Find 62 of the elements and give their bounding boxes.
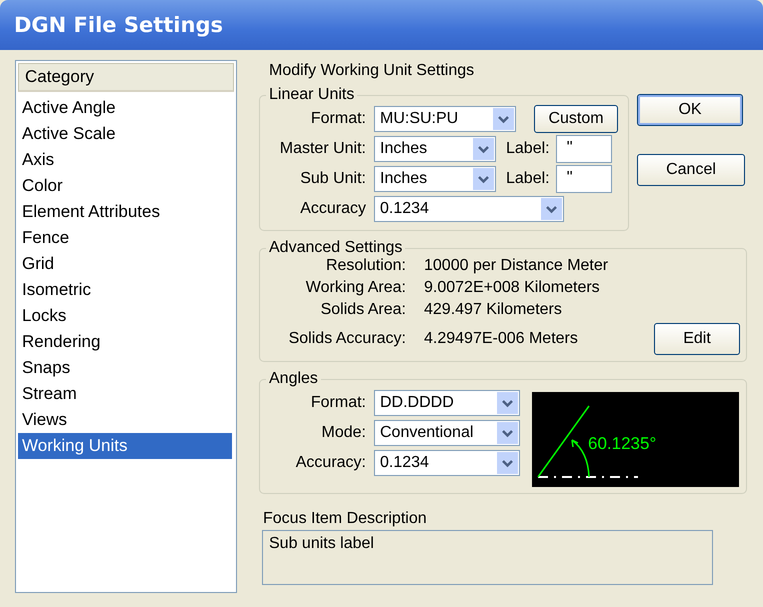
label-field[interactable]: '' bbox=[556, 135, 612, 163]
group-title: Linear Units bbox=[268, 86, 356, 104]
angle-dropdown[interactable]: DD.DDDD bbox=[374, 390, 520, 416]
unit-dropdown[interactable]: Inches bbox=[374, 166, 496, 192]
chevron-icon bbox=[541, 198, 562, 220]
format-dropdown[interactable]: MU:SU:PU bbox=[374, 106, 516, 132]
section-heading: Modify Working Unit Settings bbox=[268, 61, 476, 81]
category-item[interactable]: Working Units bbox=[18, 433, 232, 459]
setting-label: Resolution: bbox=[324, 257, 406, 275]
section-heading: Focus Item Description bbox=[262, 509, 428, 529]
category-item[interactable]: Active Angle bbox=[18, 95, 232, 121]
setting-value: 429.497 Kilometers bbox=[423, 301, 563, 319]
angle-dropdown[interactable]: Conventional bbox=[374, 420, 520, 446]
category-item[interactable]: Fence bbox=[18, 225, 232, 251]
category-item[interactable]: Views bbox=[18, 407, 232, 433]
chevron-icon bbox=[497, 452, 518, 474]
angle-dropdown[interactable]: 0.1234 bbox=[374, 450, 520, 476]
category-item[interactable]: Stream bbox=[18, 381, 232, 407]
category-item[interactable]: Snaps bbox=[18, 355, 232, 381]
setting-value: 10000 per Distance Meter bbox=[423, 257, 610, 275]
description-box: Sub units label bbox=[262, 530, 713, 585]
label-field[interactable]: '' bbox=[556, 165, 612, 193]
field-label: Format: bbox=[310, 394, 367, 412]
field-label: Sub Unit: bbox=[299, 170, 367, 188]
angle-reading: 60.1235° bbox=[588, 434, 656, 453]
setting-label: Working Area: bbox=[304, 279, 406, 297]
field-label: Label: bbox=[505, 140, 551, 158]
setting-label: Solids Accuracy: bbox=[288, 330, 406, 348]
chevron-icon bbox=[473, 168, 494, 190]
chevron-icon bbox=[473, 138, 494, 160]
ok-button[interactable]: OK bbox=[637, 94, 743, 126]
field-label: Accuracy: bbox=[294, 454, 367, 472]
category-item[interactable]: Grid bbox=[18, 251, 232, 277]
group-title: Advanced Settings bbox=[268, 239, 404, 257]
field-label: Accuracy bbox=[299, 200, 367, 218]
category-item[interactable]: Locks bbox=[18, 303, 232, 329]
custom-button[interactable]: Custom bbox=[534, 105, 618, 133]
field-label: Format: bbox=[310, 110, 367, 128]
category-item[interactable]: Color bbox=[18, 173, 232, 199]
category-item[interactable]: Isometric bbox=[18, 277, 232, 303]
category-item[interactable]: Rendering bbox=[18, 329, 232, 355]
setting-label: Solids Area: bbox=[320, 301, 406, 319]
edit-button[interactable]: Edit bbox=[654, 323, 740, 355]
cancel-button[interactable]: Cancel bbox=[637, 154, 745, 186]
category-item[interactable]: Active Scale bbox=[18, 121, 232, 147]
field-label: Mode: bbox=[320, 424, 367, 442]
window-title: DGN File Settings bbox=[14, 13, 223, 37]
chevron-icon bbox=[497, 422, 518, 444]
setting-value: 9.0072E+008 Kilometers bbox=[423, 279, 601, 297]
field-label: Master Unit: bbox=[278, 140, 367, 158]
category-item[interactable]: Axis bbox=[18, 147, 232, 173]
angle-line bbox=[537, 406, 590, 478]
arc-arrow-icon bbox=[571, 439, 590, 478]
group-title: Angles bbox=[268, 370, 319, 388]
category-item[interactable]: Element Attributes bbox=[18, 199, 232, 225]
column-header[interactable]: Category bbox=[18, 63, 234, 92]
setting-value: 4.29497E-006 Meters bbox=[423, 330, 579, 348]
accuracy-dropdown[interactable]: 0.1234 bbox=[374, 196, 564, 222]
field-label: Label: bbox=[505, 170, 551, 188]
chevron-icon bbox=[497, 392, 518, 414]
unit-dropdown[interactable]: Inches bbox=[374, 136, 496, 162]
chevron-icon bbox=[493, 108, 514, 130]
